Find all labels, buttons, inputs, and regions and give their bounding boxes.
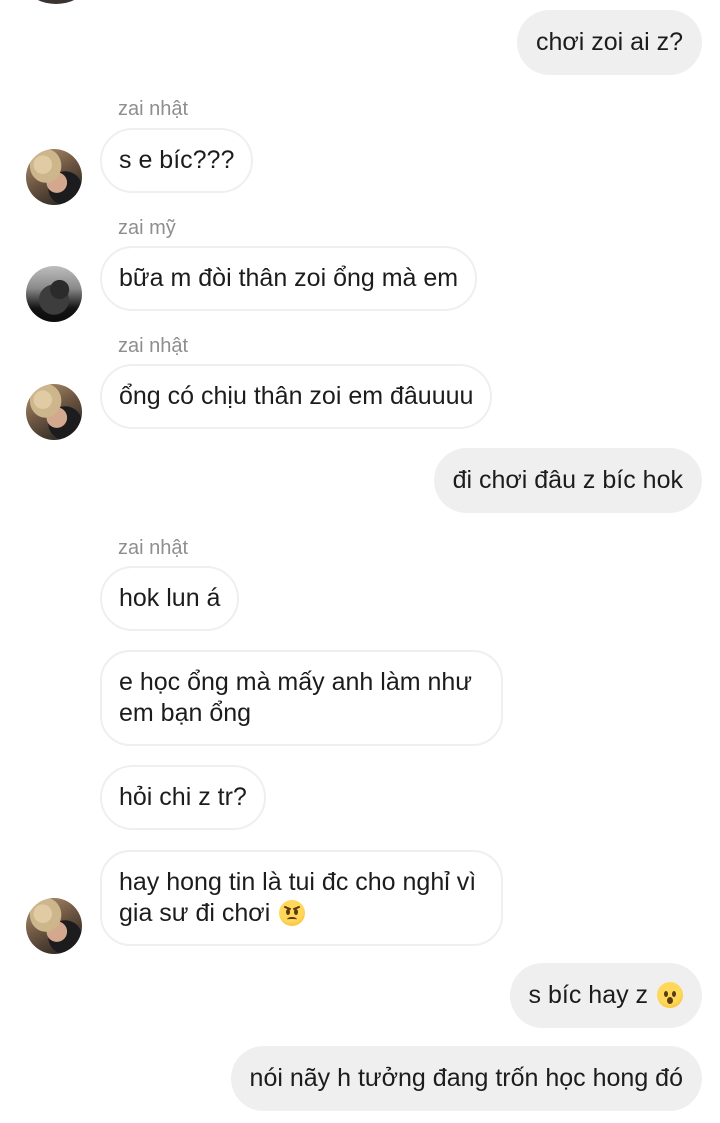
- incoming-message-bubble[interactable]: e học ổng mà mấy anh làm như em bạn ổng: [100, 650, 503, 746]
- sender-name: zai mỹ: [118, 217, 176, 239]
- message-text: hok lun á: [119, 584, 221, 612]
- hushed-face-emoji: [657, 982, 683, 1008]
- sender-name: zai nhật: [118, 98, 189, 120]
- incoming-message-bubble[interactable]: bữa m đòi thân zoi ổng mà em: [100, 246, 478, 311]
- outgoing-message-bubble[interactable]: đi chơi đâu z bíc hok: [433, 448, 702, 513]
- sender-name: zai nhật: [118, 537, 189, 559]
- angry-face-emoji: [279, 900, 306, 926]
- message-text: hỏi chi z tr?: [119, 783, 247, 811]
- avatar-partial[interactable]: [30, 0, 82, 4]
- avatar[interactable]: [26, 898, 82, 954]
- incoming-message-bubble[interactable]: ổng có chịu thân zoi em đâuuuu: [100, 364, 493, 429]
- sender-name: zai nhật: [118, 335, 189, 357]
- outgoing-message-bubble[interactable]: nói nãy h tưởng đang trốn học hong đó: [230, 1046, 702, 1111]
- message-text: nói nãy h tưởng đang trốn học hong đó: [249, 1064, 683, 1092]
- incoming-message-bubble[interactable]: hỏi chi z tr?: [100, 765, 266, 830]
- incoming-message-bubble[interactable]: s e bíc???: [100, 128, 254, 193]
- chat-thread: chơi zoi ai z? zai nhật s e bíc??? zai m…: [0, 0, 720, 1123]
- incoming-message-bubble[interactable]: hay hong tin là tui đc cho nghỉ vì gia s…: [100, 850, 503, 946]
- avatar[interactable]: [26, 149, 82, 205]
- message-text: e học ổng mà mấy anh làm như em bạn ổng: [119, 668, 473, 727]
- outgoing-message-bubble[interactable]: chơi zoi ai z?: [516, 10, 702, 75]
- avatar[interactable]: [26, 266, 82, 322]
- message-text: s bíc hay z: [528, 981, 649, 1009]
- message-text: chơi zoi ai z?: [535, 28, 683, 56]
- outgoing-message-bubble[interactable]: s bíc hay z: [509, 963, 702, 1028]
- message-text: bữa m đòi thân zoi ổng mà em: [119, 264, 459, 292]
- message-text: s e bíc???: [119, 146, 235, 174]
- message-text: ổng có chịu thân zoi em đâuuuu: [119, 382, 474, 410]
- incoming-message-bubble[interactable]: hok lun á: [100, 566, 240, 631]
- avatar[interactable]: [26, 384, 82, 440]
- message-text: đi chơi đâu z bíc hok: [452, 466, 683, 494]
